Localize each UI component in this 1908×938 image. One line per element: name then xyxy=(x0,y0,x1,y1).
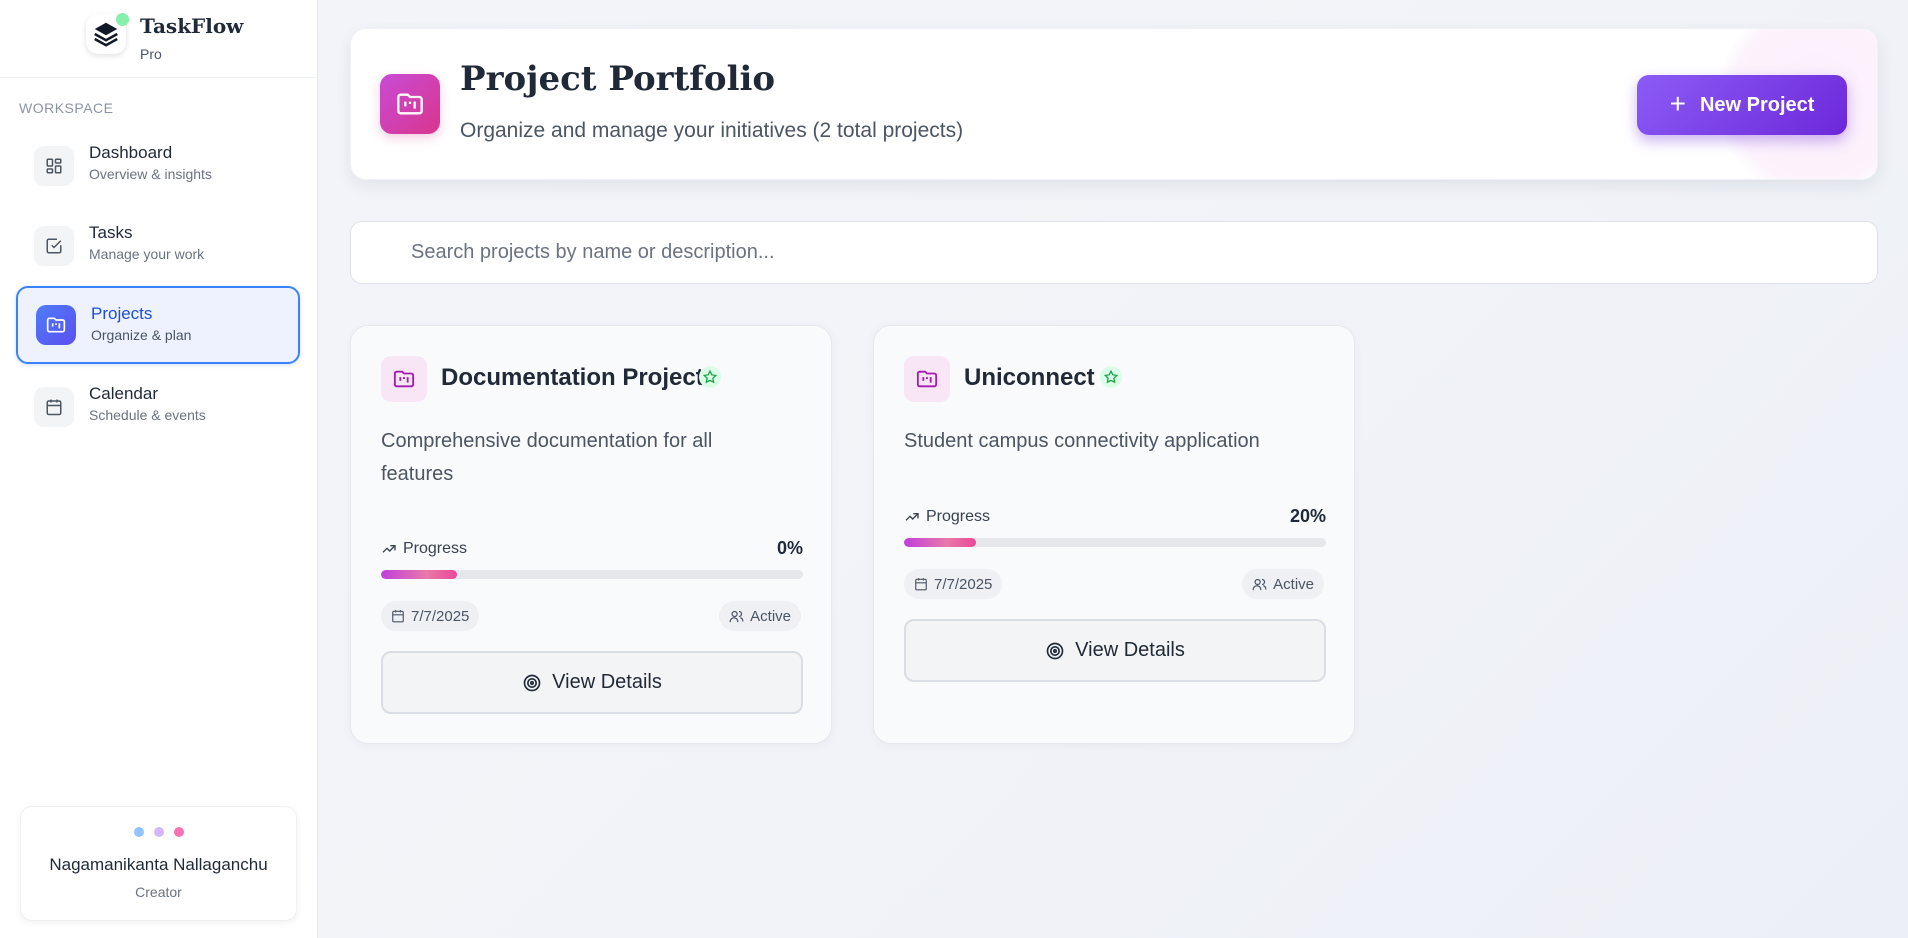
sidebar-item-projects[interactable]: Projects Organize & plan xyxy=(16,286,300,364)
calendar-icon xyxy=(392,610,404,623)
progress-label-text: Progress xyxy=(403,540,468,557)
brand-tier: Pro xyxy=(140,46,162,62)
calendar-icon xyxy=(34,387,74,427)
profile-role: Creator xyxy=(135,884,182,900)
sidebar: TaskFlow Pro WORKSPACE Dashboard Overvie… xyxy=(0,0,318,938)
target-icon xyxy=(523,674,541,691)
search-bar xyxy=(350,221,1878,284)
progress-bar-fill xyxy=(381,570,457,579)
page-header-card: Project Portfolio Organize and manage yo… xyxy=(350,28,1878,180)
progress-label-text: Progress xyxy=(926,508,991,525)
search-input[interactable] xyxy=(351,222,1877,283)
profile-name: Nagamanikanta Nallaganchu xyxy=(49,855,268,874)
project-status: Active xyxy=(750,607,791,625)
progress-bar xyxy=(904,538,1326,547)
sidebar-item-subtitle: Manage your work xyxy=(89,246,205,262)
status-badge: Active xyxy=(719,601,801,631)
progress-row: Progress 20% xyxy=(904,506,1326,530)
project-status: Active xyxy=(1273,575,1314,593)
progress-value: 20% xyxy=(1289,506,1326,526)
sidebar-item-subtitle: Schedule & events xyxy=(89,407,206,423)
checkbox-icon xyxy=(34,226,74,266)
view-details-label: View Details xyxy=(1075,639,1185,661)
progress-value: 0% xyxy=(776,538,803,558)
sidebar-item-subtitle: Organize & plan xyxy=(91,327,192,343)
sidebar-item-label: Calendar xyxy=(89,384,158,403)
sidebar-item-dashboard[interactable]: Dashboard Overview & insights xyxy=(16,127,300,205)
view-details-button[interactable]: View Details xyxy=(381,651,803,714)
page-title: Project Portfolio xyxy=(460,59,776,99)
star-icon[interactable] xyxy=(699,366,721,388)
section-label-workspace: WORKSPACE xyxy=(19,100,114,116)
trending-up-icon xyxy=(905,513,919,521)
sidebar-item-tasks[interactable]: Tasks Manage your work xyxy=(16,207,300,285)
progress-bar-fill xyxy=(904,538,976,547)
date-badge: 7/7/2025 xyxy=(381,601,480,631)
project-title: Documentation Project xyxy=(441,364,704,391)
user-profile-card[interactable]: Nagamanikanta Nallaganchu Creator xyxy=(20,806,297,921)
progress-label: Progress xyxy=(381,540,467,558)
sidebar-item-label: Dashboard xyxy=(89,143,173,162)
brand-name: TaskFlow xyxy=(140,14,244,38)
folder-kanban-icon xyxy=(904,356,950,402)
decorative-dots xyxy=(21,827,296,837)
project-card[interactable]: Uniconnect Student campus connectivity a… xyxy=(873,325,1355,744)
new-project-label: New Project xyxy=(1699,93,1815,116)
dot-pink xyxy=(173,827,184,837)
date-badge: 7/7/2025 xyxy=(904,569,1003,599)
folder-kanban-icon xyxy=(36,305,76,345)
progress-label: Progress xyxy=(904,508,990,526)
view-details-label: View Details xyxy=(552,671,662,693)
brand[interactable]: TaskFlow Pro xyxy=(0,0,317,78)
folder-kanban-icon xyxy=(381,356,427,402)
view-details-button[interactable]: View Details xyxy=(904,619,1326,682)
users-icon xyxy=(729,610,744,622)
online-status-dot xyxy=(116,13,129,26)
sidebar-item-subtitle: Overview & insights xyxy=(89,166,212,182)
project-card[interactable]: Documentation Project Comprehensive docu… xyxy=(350,325,832,744)
dot-purple xyxy=(153,827,164,837)
page-subtitle: Organize and manage your initiatives (2 … xyxy=(460,119,964,142)
trending-up-icon xyxy=(382,545,396,553)
progress-row: Progress 0% xyxy=(381,538,803,562)
calendar-icon xyxy=(915,578,927,591)
star-icon[interactable] xyxy=(1100,366,1122,388)
new-project-button[interactable]: + New Project xyxy=(1637,75,1847,135)
sidebar-item-label: Projects xyxy=(91,304,153,323)
project-description: Student campus connectivity application xyxy=(904,430,1260,452)
dot-blue xyxy=(133,827,144,837)
users-icon xyxy=(1252,578,1267,590)
target-icon xyxy=(1046,642,1064,659)
project-title: Uniconnect xyxy=(964,364,1095,391)
project-date: 7/7/2025 xyxy=(411,607,470,625)
dashboard-grid-icon xyxy=(34,146,74,186)
plus-icon: + xyxy=(1669,87,1686,119)
progress-bar xyxy=(381,570,803,579)
sidebar-item-label: Tasks xyxy=(89,223,133,242)
status-badge: Active xyxy=(1242,569,1324,599)
sidebar-item-calendar[interactable]: Calendar Schedule & events xyxy=(16,368,300,446)
project-description: Comprehensive documentation for all feat… xyxy=(381,430,713,485)
folder-kanban-icon xyxy=(380,74,440,134)
project-date: 7/7/2025 xyxy=(934,575,993,593)
